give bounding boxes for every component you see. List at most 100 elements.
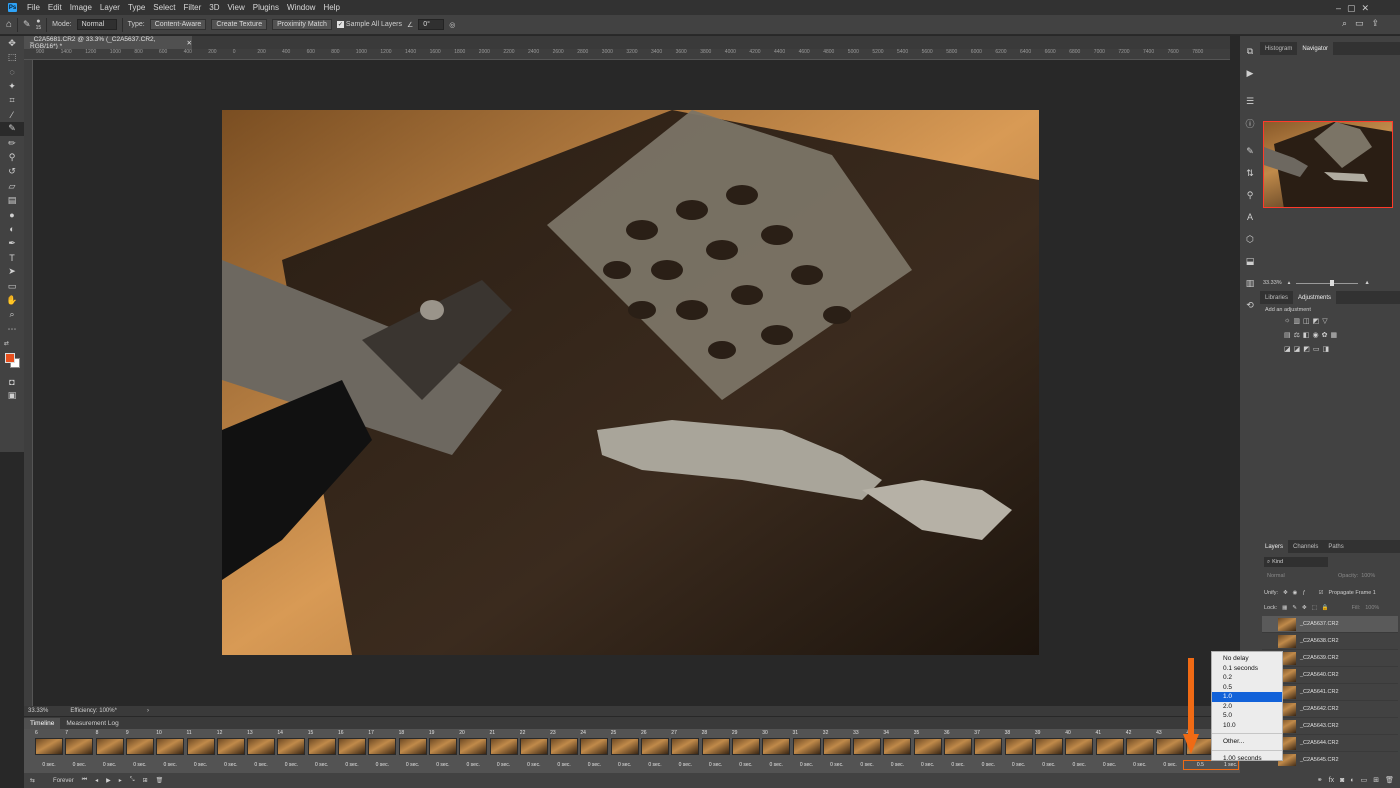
- fx-icon[interactable]: fx: [1329, 777, 1334, 784]
- frame-delay[interactable]: 0 sec.: [95, 762, 125, 768]
- frame-thumbnail[interactable]: [247, 738, 276, 755]
- frame-delay[interactable]: 0 sec.: [882, 762, 912, 768]
- unify-visibility-icon[interactable]: ◉: [1293, 590, 1298, 596]
- menu-view[interactable]: View: [224, 3, 249, 12]
- timeline-frame[interactable]: 31 0 sec.: [792, 729, 822, 773]
- frame-thumbnail[interactable]: [459, 738, 488, 755]
- frame-thumbnail[interactable]: [95, 738, 124, 755]
- timeline-frame[interactable]: 15 0 sec.: [307, 729, 337, 773]
- unify-position-icon[interactable]: ✥: [1283, 590, 1288, 596]
- timeline-frame[interactable]: 22 0 sec.: [519, 729, 549, 773]
- mixer-icon[interactable]: ✿: [1322, 331, 1328, 339]
- timeline-frame[interactable]: 27 0 sec.: [670, 729, 700, 773]
- frame-delay[interactable]: 0 sec.: [761, 762, 791, 768]
- delay-option-10-0[interactable]: 10.0: [1212, 721, 1282, 731]
- clone-source-icon[interactable]: ⚲: [1240, 184, 1260, 206]
- status-expand-icon[interactable]: ›: [147, 708, 149, 714]
- tab-adjustments[interactable]: Adjustments: [1293, 291, 1337, 304]
- brush-settings-icon[interactable]: ✎: [1240, 140, 1260, 162]
- timeline-frame[interactable]: 42 0 sec.: [1125, 729, 1155, 773]
- navigator-zoom[interactable]: 33.33%: [1263, 280, 1282, 286]
- frame-thumbnail[interactable]: [277, 738, 306, 755]
- new-layer-icon[interactable]: ⊞: [1373, 776, 1379, 784]
- foreground-color[interactable]: [5, 352, 15, 363]
- proximity-match-button[interactable]: Proximity Match: [272, 19, 332, 30]
- rectangle-tool-icon[interactable]: ▭: [0, 279, 24, 293]
- timeline-frame[interactable]: 40 0 sec.: [1064, 729, 1094, 773]
- frame-delay[interactable]: 0 sec.: [792, 762, 822, 768]
- type-tool-icon[interactable]: T: [0, 250, 24, 264]
- next-frame-icon[interactable]: ▸: [119, 777, 122, 784]
- lock-transparent-icon[interactable]: ▦: [1282, 605, 1287, 611]
- frame-delay[interactable]: 0 sec.: [1155, 762, 1185, 768]
- create-texture-button[interactable]: Create Texture: [211, 19, 268, 30]
- frame-delay[interactable]: 0 sec.: [670, 762, 700, 768]
- frame-thumbnail[interactable]: [580, 738, 609, 755]
- hand-tool-icon[interactable]: ✋: [0, 293, 24, 307]
- frame-thumbnail[interactable]: [65, 738, 94, 755]
- mask-icon[interactable]: ◙: [1340, 777, 1344, 784]
- vibrance-icon[interactable]: ▽: [1322, 317, 1327, 325]
- minimize-icon[interactable]: –: [1336, 3, 1341, 14]
- frame-thumbnail[interactable]: [368, 738, 397, 755]
- timeline-frame[interactable]: 28 0 sec.: [701, 729, 731, 773]
- timeline-frame[interactable]: 36 0 sec.: [943, 729, 973, 773]
- frame-thumbnail[interactable]: [338, 738, 366, 755]
- search-icon[interactable]: ⌕: [1342, 18, 1347, 29]
- gradient-map-icon[interactable]: ▭: [1313, 345, 1320, 353]
- dodge-tool-icon[interactable]: ◐: [0, 222, 24, 236]
- frame-thumbnail[interactable]: [731, 738, 760, 755]
- timeline-frame[interactable]: 7 0 sec.: [64, 729, 94, 773]
- timeline-frame[interactable]: 8 0 sec.: [95, 729, 125, 773]
- previous-frame-icon[interactable]: ◂: [95, 777, 98, 784]
- frame-delay[interactable]: 0 sec.: [973, 762, 1003, 768]
- eyedropper-tool-icon[interactable]: ⁄: [0, 107, 24, 121]
- frame-thumbnail[interactable]: [35, 738, 63, 755]
- timeline-frame[interactable]: 38 0 sec.: [1004, 729, 1034, 773]
- play-action-icon[interactable]: ▶: [1240, 62, 1260, 84]
- share-icon[interactable]: ⇪: [1372, 18, 1380, 29]
- zoom-level[interactable]: 33.33%: [28, 708, 48, 714]
- frame-delay[interactable]: 0 sec.: [428, 762, 458, 768]
- delay-option-other[interactable]: Other...: [1212, 737, 1282, 747]
- frame-delay[interactable]: 0 sec.: [276, 762, 306, 768]
- frame-delay[interactable]: 0 sec.: [307, 762, 337, 768]
- frame-thumbnail[interactable]: [822, 738, 851, 755]
- sample-all-layers-checkbox[interactable]: ✓ Sample All Layers: [336, 21, 402, 28]
- timeline-frame[interactable]: 33 0 sec.: [852, 729, 882, 773]
- propagate-checkbox[interactable]: ☑: [1319, 590, 1324, 596]
- balance-icon[interactable]: ⚖: [1294, 331, 1300, 339]
- pressure-size-icon[interactable]: ◎: [449, 21, 455, 29]
- frame-thumbnail[interactable]: [489, 738, 518, 755]
- frame-delay[interactable]: 0 sec.: [1034, 762, 1064, 768]
- frame-delay[interactable]: 0 sec.: [458, 762, 488, 768]
- threshold-icon[interactable]: ◩: [1303, 345, 1310, 353]
- menu-file[interactable]: File: [23, 3, 44, 12]
- timeline-frame[interactable]: 35 0 sec.: [913, 729, 943, 773]
- history-icon[interactable]: ⟲: [1240, 294, 1260, 316]
- selective-color-icon[interactable]: ◨: [1323, 345, 1330, 353]
- tab-measurement-log[interactable]: Measurement Log: [60, 718, 124, 729]
- marquee-tool-icon[interactable]: ⬚: [0, 50, 24, 64]
- frame-delay[interactable]: 0 sec.: [852, 762, 882, 768]
- frame-thumbnail[interactable]: [701, 738, 730, 755]
- frame-delay[interactable]: 0 sec.: [367, 762, 397, 768]
- frame-thumbnail[interactable]: [1034, 738, 1063, 755]
- frame-delay[interactable]: 0 sec.: [34, 762, 64, 768]
- timeline-frame[interactable]: 12 0 sec.: [216, 729, 246, 773]
- tab-libraries[interactable]: Libraries: [1260, 291, 1293, 304]
- frame-delay[interactable]: 0 sec.: [125, 762, 155, 768]
- zoom-slider[interactable]: [1296, 279, 1359, 286]
- frame-thumbnail[interactable]: [216, 738, 245, 755]
- duplicate-frame-icon[interactable]: ⊞: [143, 777, 148, 784]
- delay-option-5-0[interactable]: 5.0: [1212, 711, 1282, 721]
- adjust-icon[interactable]: ⇅: [1240, 162, 1260, 184]
- swatches-icon[interactable]: ⬓: [1240, 250, 1260, 272]
- timeline-frame[interactable]: 9 0 sec.: [125, 729, 155, 773]
- content-aware-button[interactable]: Content-Aware: [149, 19, 207, 30]
- tab-layers[interactable]: Layers: [1260, 540, 1289, 553]
- menu-help[interactable]: Help: [319, 3, 343, 12]
- frame-thumbnail[interactable]: [1125, 738, 1154, 755]
- layer-filter-select[interactable]: ⌕ Kind: [1264, 557, 1328, 567]
- frame-delay[interactable]: 0 sec.: [610, 762, 640, 768]
